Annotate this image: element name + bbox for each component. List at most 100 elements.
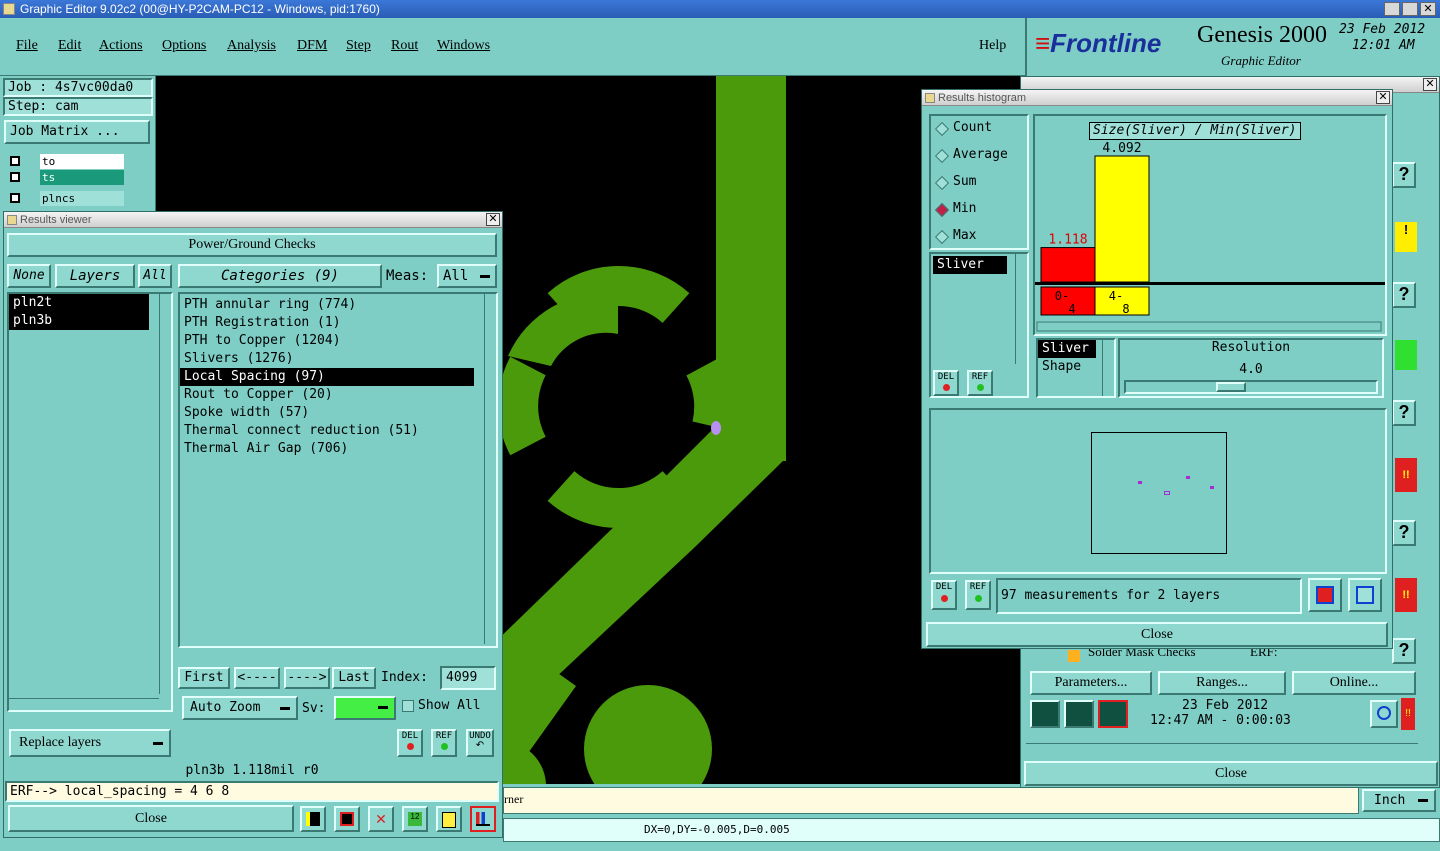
layer-list[interactable]: pln2t pln3b — [7, 292, 173, 712]
info-icon[interactable] — [300, 806, 326, 832]
all-button[interactable]: All — [138, 264, 172, 288]
menu-file[interactable]: File — [16, 38, 38, 54]
histogram-icon[interactable] — [470, 806, 496, 832]
export-icon[interactable] — [1308, 578, 1342, 612]
menu-dfm[interactable]: DFM — [297, 38, 327, 54]
vertical-scrollbar[interactable] — [1015, 254, 1027, 364]
close-icon[interactable]: ✕ — [1423, 78, 1437, 91]
online-button[interactable]: Online... — [1292, 671, 1416, 695]
prev-button[interactable]: <---- — [234, 667, 280, 689]
last-button[interactable]: Last — [332, 667, 376, 689]
help-icon[interactable]: ? — [1392, 282, 1416, 308]
preview-frame[interactable] — [1091, 432, 1227, 554]
help-icon[interactable]: ? — [1392, 520, 1416, 546]
auto-zoom-dropdown[interactable]: Auto Zoom — [182, 696, 298, 720]
categories-list[interactable]: PTH annular ring (774) PTH Registration … — [178, 292, 498, 648]
help-icon[interactable]: ? — [1392, 162, 1416, 188]
close-icon[interactable]: ✕ — [1376, 91, 1390, 104]
category-item[interactable]: Rout to Copper (20) — [180, 386, 496, 404]
run-all-icon[interactable] — [1098, 700, 1128, 728]
shape-list[interactable]: Sliver Shape — [1036, 338, 1116, 398]
no-ref-icon[interactable]: ✕ — [368, 806, 394, 832]
import-icon[interactable] — [1348, 578, 1382, 612]
list-item[interactable]: Sliver — [933, 256, 1007, 274]
none-button[interactable]: None — [7, 264, 51, 288]
job-matrix-button[interactable]: Job Matrix ... — [4, 120, 150, 144]
first-button[interactable]: First — [178, 667, 230, 689]
radio-min[interactable]: Min — [929, 199, 1029, 221]
results-viewer-close-button[interactable]: Close — [8, 805, 294, 832]
index-input[interactable]: 4099 — [440, 666, 496, 690]
units-dropdown[interactable]: Inch — [1362, 789, 1436, 812]
parameters-button[interactable]: Parameters... — [1030, 671, 1152, 695]
categories-button[interactable]: Categories (9) — [178, 264, 382, 288]
maximize-button[interactable] — [1402, 2, 1418, 16]
category-item[interactable]: Thermal connect reduction (51) — [180, 422, 496, 440]
run-check-icon[interactable] — [1030, 700, 1060, 728]
list-item[interactable]: pln3b — [9, 312, 149, 330]
meas-dropdown[interactable]: All — [437, 264, 497, 288]
close-icon[interactable]: ✕ — [486, 213, 500, 226]
layer-row[interactable]: plncs — [6, 191, 126, 207]
menu-rout[interactable]: Rout — [391, 38, 418, 54]
histogram-close-button[interactable]: Close — [926, 622, 1388, 647]
del-button[interactable]: DEL — [933, 370, 959, 396]
vertical-scrollbar[interactable] — [159, 294, 171, 694]
marker-icon[interactable] — [334, 806, 360, 832]
undo-button[interactable]: UNDO ↶ — [466, 729, 494, 757]
ref-button[interactable]: REF — [967, 370, 993, 396]
layers-button[interactable]: Layers — [55, 264, 135, 288]
close-window-button[interactable]: ✕ — [1420, 2, 1436, 16]
category-item[interactable]: PTH Registration (1) — [180, 314, 496, 332]
layer-row[interactable]: ts — [6, 170, 126, 186]
run-selected-icon[interactable] — [1064, 700, 1094, 728]
category-item[interactable]: Spoke width (57) — [180, 404, 496, 422]
show-all-checkbox[interactable] — [402, 700, 414, 712]
menu-step[interactable]: Step — [346, 38, 371, 54]
layer-checkbox[interactable] — [10, 193, 20, 203]
sv-color-dropdown[interactable] — [334, 696, 396, 720]
solder-mask-row[interactable]: Solder Mask Checks ERF: — [1030, 648, 1386, 664]
radio-count[interactable]: Count — [929, 118, 1029, 140]
help-icon[interactable]: ? — [1392, 638, 1416, 664]
layer-checkbox[interactable] — [10, 156, 20, 166]
minimize-button[interactable] — [1384, 2, 1400, 16]
del-button[interactable]: DEL — [931, 580, 957, 610]
ranges-button[interactable]: Ranges... — [1158, 671, 1286, 695]
histogram-list[interactable]: Sliver DEL REF — [929, 252, 1029, 398]
category-item-selected[interactable]: Local Spacing (97) — [180, 368, 474, 386]
category-item[interactable]: PTH to Copper (1204) — [180, 332, 496, 350]
ref-button[interactable]: REF — [431, 729, 457, 757]
del-button[interactable]: DEL — [397, 729, 423, 757]
ref-button[interactable]: REF — [965, 580, 991, 610]
slider-thumb[interactable] — [1216, 382, 1246, 392]
vertical-scrollbar[interactable] — [1102, 340, 1114, 396]
menu-analysis[interactable]: Analysis — [227, 38, 276, 54]
compare-icon[interactable]: 12 — [402, 806, 428, 832]
radio-sum[interactable]: Sum — [929, 172, 1029, 194]
next-button[interactable]: ----> — [284, 667, 330, 689]
menu-windows[interactable]: Windows — [437, 38, 490, 54]
menu-actions[interactable]: Actions — [99, 38, 143, 54]
layer-checkbox[interactable] — [10, 172, 20, 182]
horizontal-scrollbar[interactable] — [9, 698, 159, 710]
menu-edit[interactable]: Edit — [58, 38, 81, 54]
category-item[interactable]: PTH annular ring (774) — [180, 296, 496, 314]
report-icon[interactable] — [436, 806, 462, 832]
checklist-close-button[interactable]: Close — [1024, 761, 1438, 786]
radio-max[interactable]: Max — [929, 226, 1029, 248]
replace-layers-dropdown[interactable]: Replace layers — [9, 729, 171, 757]
radio-average[interactable]: Average — [929, 145, 1029, 167]
layer-row[interactable]: to — [6, 154, 126, 170]
help-icon[interactable]: ? — [1392, 400, 1416, 426]
list-item[interactable]: pln2t — [9, 294, 149, 312]
resolution-slider[interactable] — [1124, 380, 1378, 394]
list-item[interactable]: Sliver — [1038, 340, 1096, 358]
category-item[interactable]: Thermal Air Gap (706) — [180, 440, 496, 458]
horizontal-scrollbar[interactable] — [1026, 743, 1418, 755]
menu-options[interactable]: Options — [162, 38, 206, 54]
zoom-icon[interactable] — [1370, 700, 1398, 728]
menu-help[interactable]: Help — [979, 38, 1006, 54]
category-item[interactable]: Slivers (1276) — [180, 350, 496, 368]
vertical-scrollbar[interactable] — [484, 294, 496, 644]
